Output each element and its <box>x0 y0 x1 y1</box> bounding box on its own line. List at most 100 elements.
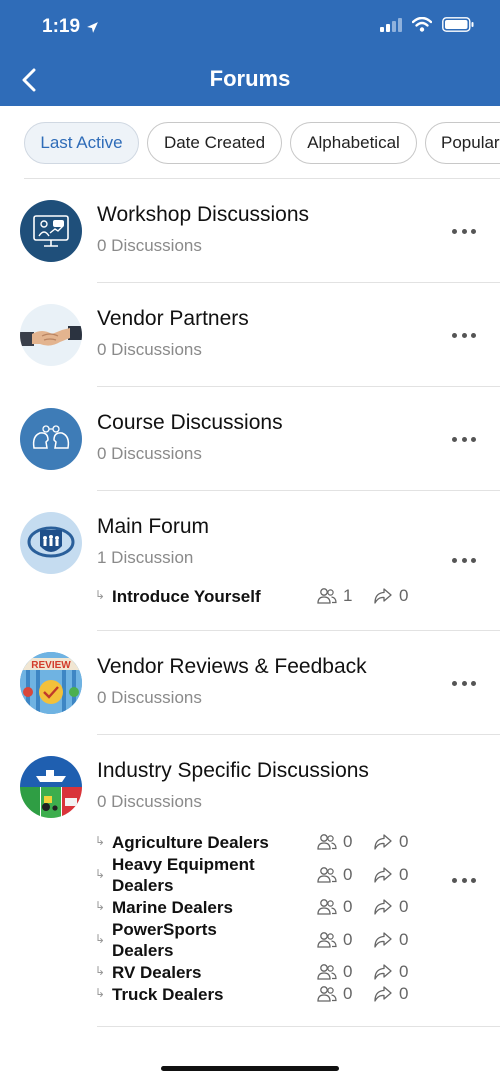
replies-count: 0 <box>399 984 409 1003</box>
replies-count: 0 <box>399 962 409 981</box>
replies-stat: 0 <box>373 897 408 917</box>
subforum-name: Marine Dealers <box>112 898 233 917</box>
subforum-arrow-icon: ↳ <box>95 932 106 946</box>
more-options-button[interactable] <box>452 554 476 566</box>
subforum-item[interactable]: ↳ Marine Dealers 0 0 <box>95 897 415 919</box>
subforum-arrow-icon: ↳ <box>95 588 106 602</box>
chip-popular[interactable]: Popular <box>425 122 500 164</box>
more-options-button[interactable] <box>452 225 476 237</box>
replies-count: 0 <box>399 897 409 916</box>
forum-name: Main Forum <box>97 515 210 538</box>
subforum-arrow-icon: ↳ <box>95 867 106 881</box>
members-icon <box>317 867 337 883</box>
reply-arrow-icon <box>374 588 392 604</box>
industry-collage-icon <box>20 756 82 818</box>
subforum-name: Truck Dealers <box>112 985 224 1004</box>
more-options-button[interactable] <box>452 874 476 886</box>
forum-name: Vendor Reviews & Feedback <box>97 655 367 678</box>
members-count: 0 <box>343 930 353 949</box>
replies-count: 0 <box>399 832 409 851</box>
forum-count: 1 Discussion <box>97 548 194 567</box>
location-arrow-icon <box>87 21 98 33</box>
status-icons <box>380 17 474 32</box>
more-options-button[interactable] <box>452 329 476 341</box>
forum-count: 0 Discussions <box>97 444 202 463</box>
forum-count: 0 Discussions <box>97 688 202 707</box>
home-indicator <box>161 1066 339 1071</box>
members-stat: 0 <box>317 930 352 950</box>
members-count: 1 <box>343 586 353 605</box>
reply-arrow-icon <box>374 834 392 850</box>
replies-stat: 0 <box>373 962 408 982</box>
subforum-arrow-icon: ↳ <box>95 986 106 1000</box>
chip-last-active[interactable]: Last Active <box>24 122 139 164</box>
forum-name: Course Discussions <box>97 411 283 434</box>
battery-icon <box>442 17 474 32</box>
forum-name: Vendor Partners <box>97 307 249 330</box>
cellular-signal-icon <box>380 17 402 32</box>
members-stat: 0 <box>317 962 352 982</box>
subforum-name: RV Dealers <box>112 963 202 982</box>
members-icon <box>317 899 337 915</box>
replies-count: 0 <box>399 930 409 949</box>
members-stat: 0 <box>317 832 352 852</box>
members-count: 0 <box>343 897 353 916</box>
replies-stat: 0 <box>373 930 408 950</box>
subforum-item[interactable]: ↳ Introduce Yourself 1 0 <box>95 586 415 608</box>
wifi-icon <box>412 17 432 32</box>
subforum-item[interactable]: ↳ Heavy Equipment Dealers 0 0 <box>95 854 415 897</box>
subforum-item[interactable]: ↳ RV Dealers 0 0 <box>95 962 415 984</box>
subforum-name: Agriculture Dealers <box>112 833 269 852</box>
team-shield-icon <box>20 512 82 574</box>
forum-item-course-discussions[interactable]: Course Discussions 0 Discussions <box>0 387 500 491</box>
presentation-icon <box>20 200 82 262</box>
more-options-button[interactable] <box>452 433 476 445</box>
reply-arrow-icon <box>374 899 392 915</box>
forum-item-workshop-discussions[interactable]: Workshop Discussions 0 Discussions <box>0 179 500 283</box>
svg-text:REVIEW: REVIEW <box>31 660 71 671</box>
forum-item-vendor-reviews-feedback[interactable]: REVIEW Vendor Reviews & Feedback 0 Discu… <box>0 631 500 735</box>
sort-chips: Last Active Date Created Alphabetical Po… <box>0 106 500 178</box>
heads-idea-icon <box>20 408 82 470</box>
members-count: 0 <box>343 832 353 851</box>
chip-alphabetical[interactable]: Alphabetical <box>290 122 417 164</box>
forum-count: 0 Discussions <box>97 236 202 255</box>
replies-stat: 0 <box>373 865 408 885</box>
members-icon <box>317 932 337 948</box>
clock-label: 1:19 <box>42 16 81 37</box>
members-icon <box>317 986 337 1002</box>
subforum-item[interactable]: ↳ PowerSports Dealers 0 0 <box>95 919 415 962</box>
replies-stat: 0 <box>373 832 408 852</box>
forum-count: 0 Discussions <box>97 340 202 359</box>
status-time: 1:19 <box>42 16 99 38</box>
members-stat: 0 <box>317 865 352 885</box>
members-stat: 1 <box>317 586 352 606</box>
forum-divider <box>97 1026 500 1027</box>
members-icon <box>317 834 337 850</box>
replies-stat: 0 <box>373 984 408 1004</box>
chip-date-created[interactable]: Date Created <box>147 122 282 164</box>
forum-item-main-forum[interactable]: Main Forum 1 Discussion ↳ Introduce Your… <box>0 491 500 631</box>
members-icon <box>317 964 337 980</box>
replies-stat: 0 <box>373 586 408 606</box>
reply-arrow-icon <box>374 964 392 980</box>
forum-name: Workshop Discussions <box>97 203 310 226</box>
subforum-arrow-icon: ↳ <box>95 899 106 913</box>
members-count: 0 <box>343 984 353 1003</box>
forum-count: 0 Discussions <box>97 792 202 811</box>
subforum-item[interactable]: ↳ Truck Dealers 0 0 <box>95 984 415 1006</box>
subforum-name-line1: Heavy Equipment <box>112 855 255 874</box>
subforum-item[interactable]: ↳ Agriculture Dealers 0 0 <box>95 832 415 854</box>
more-options-button[interactable] <box>452 677 476 689</box>
subforum-name-line1: PowerSports <box>112 920 217 939</box>
members-stat: 0 <box>317 984 352 1004</box>
reply-arrow-icon <box>374 986 392 1002</box>
handshake-icon <box>20 304 82 366</box>
subforum-name-line2: Dealers <box>112 941 174 960</box>
reply-arrow-icon <box>374 867 392 883</box>
forum-item-industry-specific-discussions[interactable]: Industry Specific Discussions 0 Discussi… <box>0 735 500 1027</box>
subforum-name: Introduce Yourself <box>112 587 261 606</box>
reply-arrow-icon <box>374 932 392 948</box>
forum-item-vendor-partners[interactable]: Vendor Partners 0 Discussions <box>0 283 500 387</box>
app-header: 1:19 Forums <box>0 0 500 106</box>
